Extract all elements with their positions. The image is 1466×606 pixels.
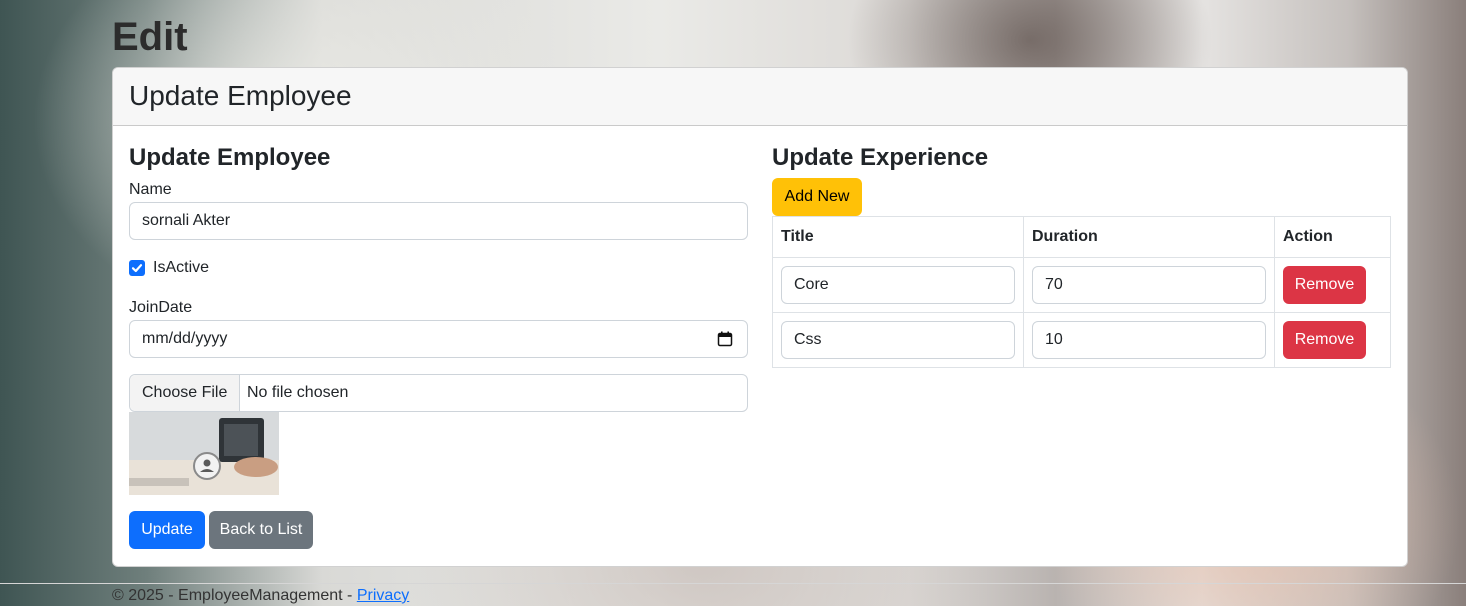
column-header-action: Action	[1274, 216, 1391, 258]
calendar-icon[interactable]	[717, 331, 733, 347]
duration-cell: 10	[1023, 312, 1275, 368]
title-cell: Css	[772, 312, 1024, 368]
photo-image	[129, 412, 279, 495]
experience-duration-input[interactable]: 70	[1032, 266, 1266, 304]
action-cell: Remove	[1274, 257, 1391, 313]
photo-file-input[interactable]: Choose File No file chosen	[129, 374, 748, 412]
footer-copyright: © 2025 - EmployeeManagement -	[112, 587, 357, 604]
is-active-label: IsActive	[153, 259, 210, 276]
update-button[interactable]: Update	[129, 511, 205, 549]
experience-table: Title Duration Action Core 70 Remove Css…	[772, 216, 1391, 368]
table-row: Css 10 Remove	[772, 312, 1391, 368]
name-label: Name	[129, 181, 172, 198]
page-title: Edit	[112, 15, 188, 59]
card-body: Update Employee Name sornali Akter IsAct…	[113, 126, 1407, 564]
experience-duration-input[interactable]: 10	[1032, 321, 1266, 359]
edit-card: Update Employee Update Employee Name sor…	[112, 67, 1408, 567]
duration-cell: 70	[1023, 257, 1275, 313]
name-input[interactable]: sornali Akter	[129, 202, 748, 240]
back-to-list-button[interactable]: Back to List	[209, 511, 313, 549]
title-cell: Core	[772, 257, 1024, 313]
choose-file-button[interactable]: Choose File	[130, 375, 241, 411]
table-header-row: Title Duration Action	[772, 216, 1391, 258]
card-header-title: Update Employee	[129, 80, 352, 111]
action-cell: Remove	[1274, 312, 1391, 368]
footer: © 2025 - EmployeeManagement - Privacy	[112, 586, 409, 606]
add-new-button[interactable]: Add New	[772, 178, 862, 216]
join-date-input[interactable]: mm/dd/yyyy	[129, 320, 748, 358]
footer-divider	[0, 583, 1466, 584]
column-header-title: Title	[772, 216, 1024, 258]
experience-title-input[interactable]: Core	[781, 266, 1015, 304]
is-active-checkbox[interactable]	[129, 260, 145, 276]
experience-title-input[interactable]: Css	[781, 321, 1015, 359]
privacy-link[interactable]: Privacy	[357, 587, 409, 604]
join-date-label: JoinDate	[129, 299, 193, 316]
file-status: No file chosen	[247, 384, 349, 401]
experience-section-title: Update Experience	[772, 144, 989, 171]
remove-button[interactable]: Remove	[1283, 266, 1366, 304]
employee-section-title: Update Employee	[129, 144, 331, 171]
card-header: Update Employee	[113, 68, 1407, 126]
column-header-duration: Duration	[1023, 216, 1275, 258]
remove-button[interactable]: Remove	[1283, 321, 1366, 359]
check-icon	[131, 264, 143, 273]
table-row: Core 70 Remove	[772, 257, 1391, 313]
employee-photo	[129, 412, 279, 495]
join-date-placeholder: mm/dd/yyyy	[142, 330, 228, 347]
